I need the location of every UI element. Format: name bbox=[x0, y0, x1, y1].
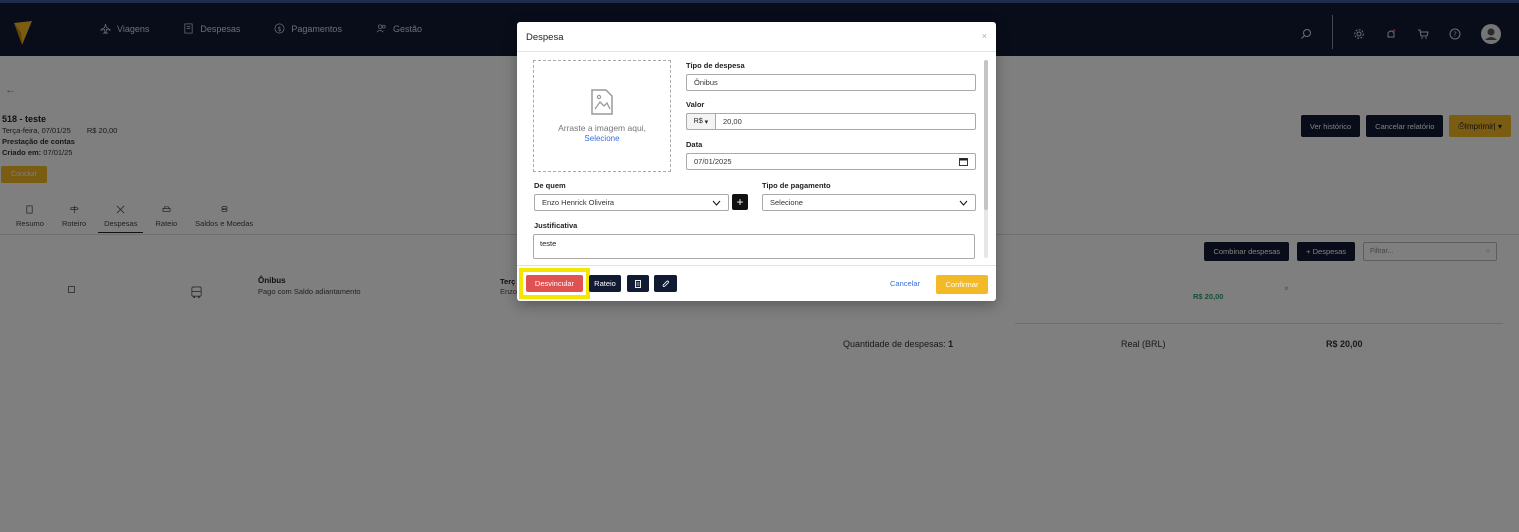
scrollbar-thumb[interactable] bbox=[984, 60, 988, 210]
expense-type-field[interactable]: Ônibus bbox=[686, 74, 976, 91]
add-person-button[interactable]: + bbox=[732, 194, 748, 210]
document-button[interactable] bbox=[627, 275, 649, 292]
calendar-icon[interactable] bbox=[959, 157, 968, 166]
select-file-link[interactable]: Selecione bbox=[584, 134, 619, 143]
from-who-select[interactable]: Enzo Henrick Oliveira bbox=[534, 194, 729, 211]
chevron-down-icon bbox=[959, 200, 968, 206]
confirm-button[interactable]: Confirmar bbox=[936, 275, 988, 294]
chevron-down-icon: ▾ bbox=[702, 118, 709, 126]
currency-select[interactable]: R$ ▾ bbox=[686, 113, 715, 130]
justification-textarea[interactable]: teste bbox=[533, 234, 975, 259]
document-icon bbox=[635, 279, 641, 288]
attach-button[interactable] bbox=[654, 275, 677, 292]
cancel-button[interactable]: Cancelar bbox=[890, 279, 920, 288]
modal-title: Despesa bbox=[526, 32, 564, 43]
justification-label: Justificativa bbox=[534, 221, 578, 230]
value-input[interactable]: 20,00 bbox=[715, 113, 976, 130]
expense-modal: Despesa × Arraste a imagem aqui, Selecio… bbox=[517, 22, 996, 301]
close-icon[interactable]: × bbox=[982, 31, 987, 41]
payment-type-select[interactable]: Selecione bbox=[762, 194, 976, 211]
modal-scrollbar[interactable] bbox=[984, 60, 988, 258]
modal-header: Despesa × bbox=[517, 22, 996, 52]
date-input[interactable]: 07/01/2025 bbox=[686, 153, 976, 170]
expense-type-label: Tipo de despesa bbox=[686, 61, 745, 70]
unlink-button[interactable]: Desvincular bbox=[526, 275, 583, 292]
chevron-down-icon bbox=[712, 200, 721, 206]
modal-footer: Desvincular Rateio Cancelar Confirmar bbox=[517, 265, 996, 301]
image-dropzone[interactable]: Arraste a imagem aqui, Selecione bbox=[533, 60, 671, 172]
payment-type-label: Tipo de pagamento bbox=[762, 181, 831, 190]
value-label: Valor bbox=[686, 100, 705, 109]
from-who-label: De quem bbox=[534, 181, 566, 190]
image-file-icon bbox=[591, 89, 613, 115]
rateio-button[interactable]: Rateio bbox=[589, 275, 621, 292]
date-label: Data bbox=[686, 140, 703, 149]
dropzone-text: Arraste a imagem aqui, bbox=[558, 123, 646, 133]
paperclip-icon bbox=[662, 280, 669, 287]
